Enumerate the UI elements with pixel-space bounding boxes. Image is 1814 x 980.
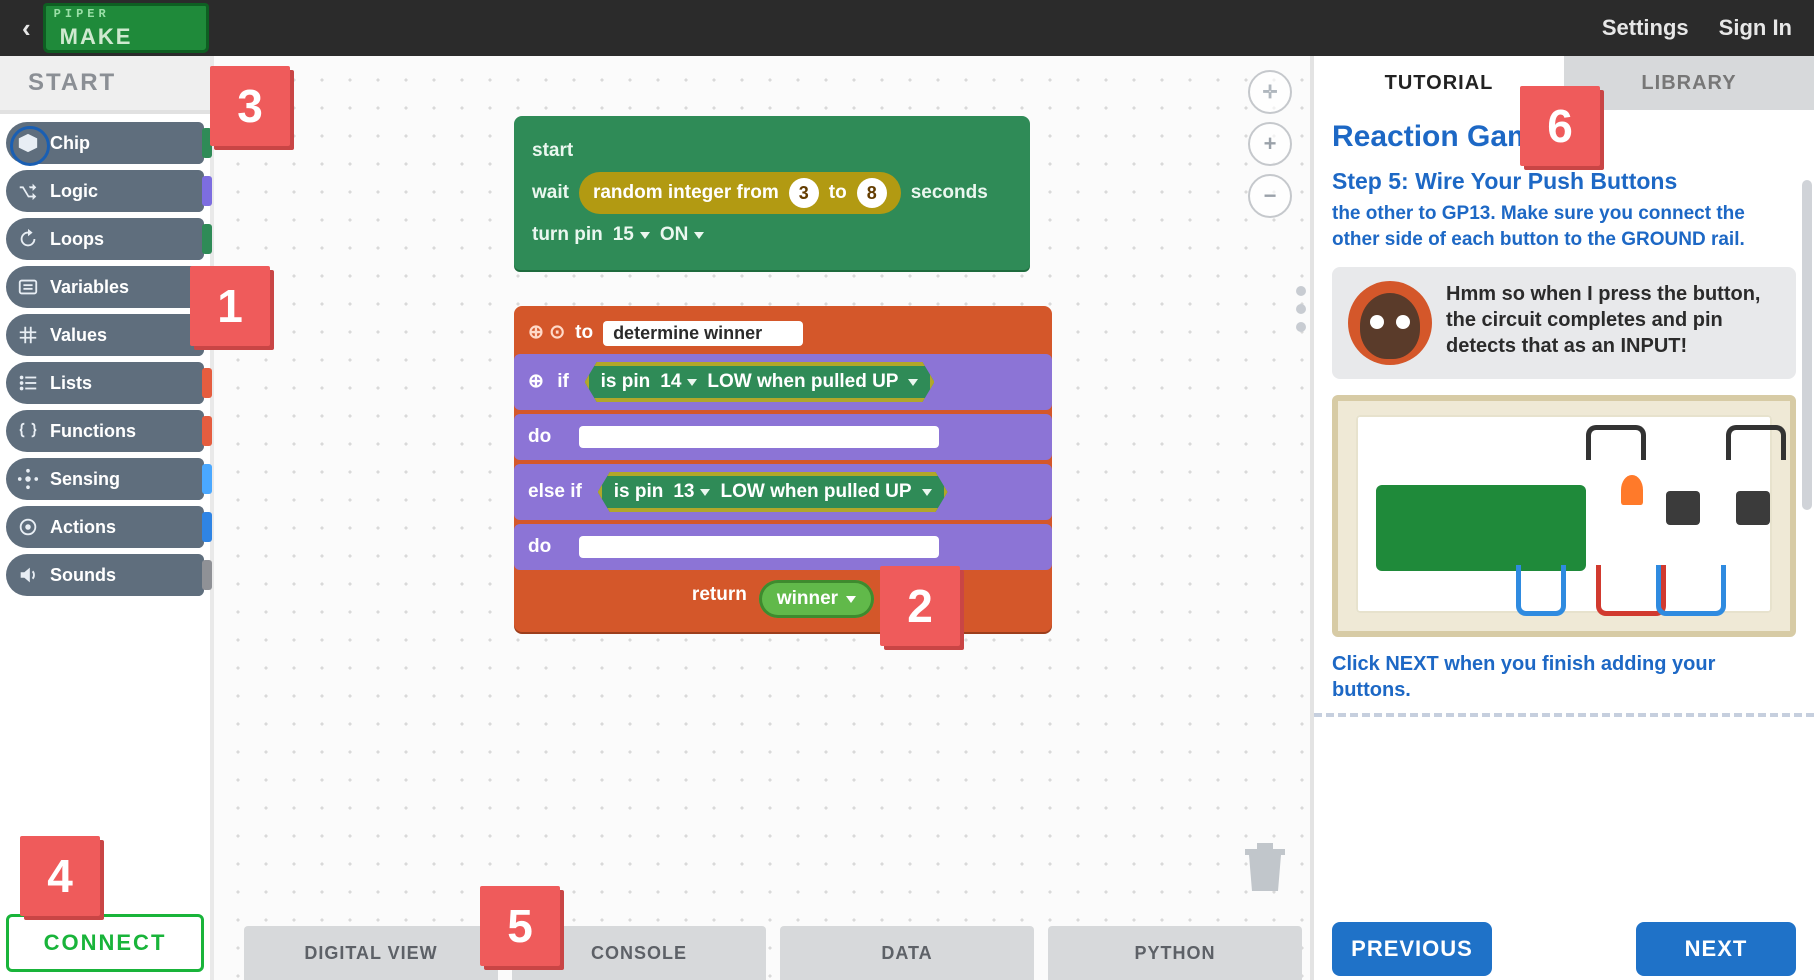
sidebar-item-loops[interactable]: Loops xyxy=(6,218,204,260)
tutorial-title: Reaction Game xyxy=(1332,120,1796,154)
sidebar-item-label: Logic xyxy=(50,182,98,200)
sidebar-item-sensing[interactable]: Sensing xyxy=(6,458,204,500)
connect-button[interactable]: CONNECT xyxy=(6,914,204,972)
random-integer-block[interactable]: random integer from 3 to 8 xyxy=(579,172,901,214)
sidebar-item-label: Functions xyxy=(50,422,136,440)
tab-tutorial[interactable]: TUTORIAL xyxy=(1314,56,1564,110)
condition-block[interactable]: is pin 13 LOW when pulled UP xyxy=(598,472,948,512)
sidebar-item-label: Loops xyxy=(50,230,104,248)
sidebar-item-logic[interactable]: Logic xyxy=(6,170,204,212)
block-text: if xyxy=(557,371,569,392)
recenter-button[interactable] xyxy=(1248,70,1292,114)
block-text: do xyxy=(528,532,574,562)
tutorial-step: Step 5: Wire Your Push Buttons xyxy=(1332,168,1796,195)
drag-handle-icon[interactable] xyxy=(1296,286,1306,332)
number-input[interactable]: 3 xyxy=(789,178,819,208)
target-icon xyxy=(16,515,40,539)
if-row[interactable]: ⊕ if is pin 14 LOW when pulled UP xyxy=(514,354,1052,410)
workspace[interactable]: + − start wait random integer from 3 to … xyxy=(214,56,1310,980)
logo[interactable] xyxy=(43,3,209,53)
block-text: return xyxy=(692,580,747,618)
block-text: to xyxy=(829,178,847,208)
sidebar-item-label: Variables xyxy=(50,278,129,296)
return-variable[interactable]: winner xyxy=(759,580,874,618)
back-icon[interactable]: ‹ xyxy=(22,13,31,44)
hexagon-icon xyxy=(16,131,40,155)
do-row[interactable]: do xyxy=(514,524,1052,570)
start-label: START xyxy=(28,71,116,95)
variables-icon xyxy=(16,275,40,299)
hash-icon xyxy=(16,323,40,347)
sidebar-item-chip[interactable]: Chip xyxy=(6,122,204,164)
state-dropdown[interactable]: ON xyxy=(660,220,705,250)
do-row[interactable]: do xyxy=(514,414,1052,460)
next-button[interactable]: NEXT xyxy=(1636,922,1796,976)
function-name-input[interactable]: determine winner xyxy=(603,321,803,346)
sidebar-item-label: Sensing xyxy=(50,470,120,488)
tutorial-instruction: Click NEXT when you finish adding your b… xyxy=(1332,651,1796,703)
tab-data[interactable]: DATA xyxy=(780,926,1034,980)
condition-block[interactable]: is pin 14 LOW when pulled UP xyxy=(585,362,935,402)
block-text: to xyxy=(575,318,593,348)
tutorial-speech-bubble: Hmm so when I press the button, the circ… xyxy=(1332,267,1796,379)
block-text: wait xyxy=(532,178,569,208)
tab-console[interactable]: CONSOLE xyxy=(512,926,766,980)
code-block-function[interactable]: ⊕ ⊙ to determine winner ⊕ if is pin 14 L… xyxy=(514,306,1052,632)
start-button[interactable]: START xyxy=(0,56,210,114)
settings-link[interactable]: Settings xyxy=(1602,15,1689,41)
circuit-diagram xyxy=(1332,395,1796,637)
block-text: else if xyxy=(528,481,582,502)
sidebar-item-label: Actions xyxy=(50,518,116,536)
sidebar-item-label: Values xyxy=(50,326,107,344)
tutorial-panel: TUTORIAL LIBRARY Reaction Game Step 5: W… xyxy=(1310,56,1814,980)
tab-digital-view[interactable]: DIGITAL VIEW xyxy=(244,926,498,980)
sidebar: START Chip Logic Loops Variables xyxy=(0,56,214,980)
block-text: start xyxy=(532,136,573,166)
braces-icon xyxy=(16,419,40,443)
sound-icon xyxy=(16,563,40,587)
signin-link[interactable]: Sign In xyxy=(1719,15,1792,41)
block-text: do xyxy=(528,422,574,452)
sidebar-item-values[interactable]: Values xyxy=(6,314,204,356)
sidebar-item-functions[interactable]: Functions xyxy=(6,410,204,452)
sidebar-item-label: Chip xyxy=(50,134,90,152)
block-text: random integer from xyxy=(593,178,779,208)
sidebar-item-label: Sounds xyxy=(50,566,116,584)
block-text: seconds xyxy=(911,178,988,208)
tab-library[interactable]: LIBRARY xyxy=(1564,56,1814,110)
sidebar-item-lists[interactable]: Lists xyxy=(6,362,204,404)
code-block-start[interactable]: start wait random integer from 3 to 8 se… xyxy=(514,116,1030,270)
sidebar-item-actions[interactable]: Actions xyxy=(6,506,204,548)
list-icon xyxy=(16,371,40,395)
shuffle-icon xyxy=(16,179,40,203)
sensing-icon xyxy=(16,467,40,491)
mutator-icon[interactable]: ⊕ xyxy=(528,371,544,392)
loop-icon xyxy=(16,227,40,251)
speech-text: Hmm so when I press the button, the circ… xyxy=(1446,281,1780,359)
scrollbar[interactable] xyxy=(1802,180,1812,510)
elseif-row[interactable]: else if is pin 13 LOW when pulled UP xyxy=(514,464,1052,520)
tutorial-text: the other to GP13. Make sure you connect… xyxy=(1332,201,1796,253)
previous-button[interactable]: PREVIOUS xyxy=(1332,922,1492,976)
zoom-out-button[interactable]: − xyxy=(1248,174,1292,218)
sidebar-item-sounds[interactable]: Sounds xyxy=(6,554,204,596)
sidebar-item-label: Lists xyxy=(50,374,92,392)
zoom-in-button[interactable]: + xyxy=(1248,122,1292,166)
avatar-icon xyxy=(1348,281,1432,365)
top-bar: ‹ Settings Sign In xyxy=(0,0,1814,56)
block-text: turn pin xyxy=(532,220,603,250)
tab-python[interactable]: PYTHON xyxy=(1048,926,1302,980)
pin-dropdown[interactable]: 15 xyxy=(613,220,650,250)
sidebar-item-variables[interactable]: Variables xyxy=(6,266,204,308)
number-input[interactable]: 8 xyxy=(857,178,887,208)
trash-icon[interactable] xyxy=(1240,839,1290,900)
